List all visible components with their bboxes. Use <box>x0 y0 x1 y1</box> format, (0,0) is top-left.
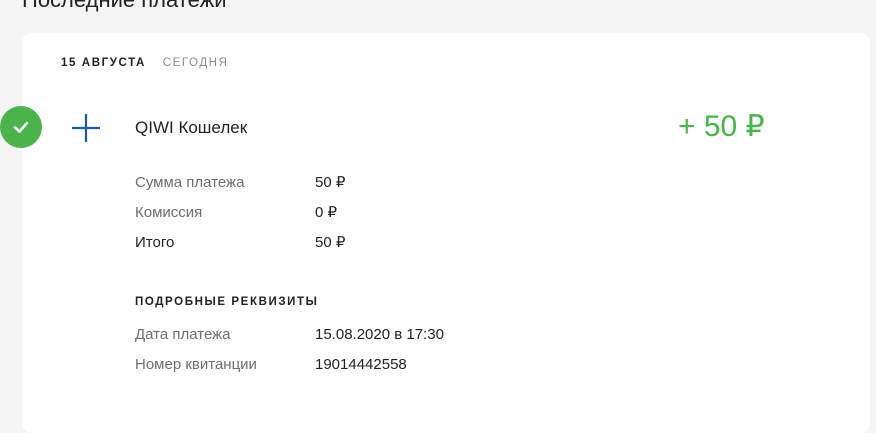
payment-card[interactable]: 15 августа сегодня QIWI Кошелек + 50 ₽ С… <box>0 33 870 433</box>
provider-plus-icon <box>72 114 100 142</box>
summary-value: 50 ₽ <box>315 174 346 191</box>
summary-value: 50 ₽ <box>315 234 346 251</box>
status-check-icon <box>0 106 42 148</box>
payment-date: 15 августа <box>61 57 146 69</box>
details-title: Подробные реквизиты <box>135 296 319 308</box>
payment-amount: + 50 ₽ <box>678 110 765 143</box>
provider-name: QIWI Кошелек <box>135 118 248 137</box>
details-value: 15.08.2020 в 17:30 <box>315 326 444 343</box>
summary-label: Комиссия <box>135 204 203 221</box>
summary-value: 0 ₽ <box>315 204 338 221</box>
payment-date-relative: сегодня <box>162 57 229 69</box>
summary-label: Итого <box>135 234 175 251</box>
details-label: Дата платежа <box>135 326 231 343</box>
check-icon <box>13 121 29 133</box>
section-title: Последние платежи <box>22 0 227 14</box>
payment-date-row: 15 августа сегодня <box>61 57 229 69</box>
summary-label: Сумма платежа <box>135 174 245 191</box>
details-value: 19014442558 <box>315 356 407 373</box>
details-label: Номер квитанции <box>135 356 257 373</box>
